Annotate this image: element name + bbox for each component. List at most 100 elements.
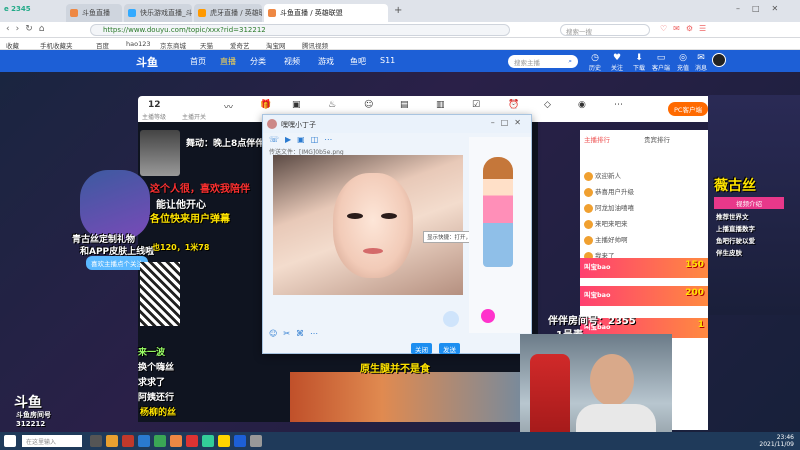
app-icon[interactable] [154, 435, 166, 447]
sign-item[interactable]: 鱼吧行驶以爱 [716, 235, 755, 245]
app-icon[interactable] [170, 435, 182, 447]
qq-toolbar-icons[interactable]: ☏▶▣◫⋯ [269, 135, 338, 144]
start-windows-icon[interactable] [4, 435, 16, 447]
overlay-line-b: 换个嗨丝 [138, 363, 175, 373]
qq-show-panel [469, 137, 531, 333]
browser-tab-3[interactable]: 虎牙直播 / 英雄联盟 [194, 4, 262, 22]
app-icon[interactable] [122, 435, 134, 447]
contact-avatar [267, 119, 277, 129]
nav-category[interactable]: 分类 [250, 56, 266, 67]
qq-close-button[interactable]: 关闭 [411, 343, 432, 354]
chart-icon[interactable]: ▥ [436, 100, 445, 110]
browser-toolbar-icons[interactable]: ♡✉⚙☰ [660, 24, 712, 33]
bookmark-item[interactable]: 淘宝网 [266, 40, 286, 50]
window-controls[interactable]: –□✕ [736, 4, 790, 13]
gift-notification: 叫宝bao 200 [580, 286, 708, 306]
bookmark-item[interactable]: hao123 [126, 40, 151, 48]
history-button[interactable]: ◷ 历史 [584, 53, 606, 72]
nav-game[interactable]: 游戏 [318, 56, 334, 67]
app-icon[interactable] [202, 435, 214, 447]
browser-tab-2[interactable]: 快乐游戏直播_斗鱼直播 [124, 4, 192, 22]
chat-message: 来吧来吧来 [595, 220, 628, 228]
users-icon[interactable]: ☺ [364, 100, 373, 110]
qq-avatar-figure [483, 157, 513, 267]
bookmark-item[interactable]: 天猫 [200, 40, 213, 50]
chest-icon[interactable]: ▣ [292, 100, 301, 110]
download-icon: ⬇ [635, 53, 643, 63]
overlay-line-e: 杨柳的丝 [140, 408, 177, 418]
qq-contact-name: 嘿嘿小丁子 [281, 121, 316, 129]
fire-icon[interactable]: ♨ [328, 100, 336, 110]
app-icon[interactable] [106, 435, 118, 447]
gift-promo-line-3: 也120，1米78 [152, 243, 210, 252]
small-avatar [481, 309, 495, 323]
tv-icon[interactable]: ▤ [400, 100, 409, 110]
nav-s11[interactable]: S11 [380, 56, 395, 65]
qq-input-toolbar[interactable]: ☺✂⌘⋯ [269, 329, 324, 338]
received-photo[interactable] [273, 155, 463, 295]
more-icon[interactable]: ⋯ [614, 100, 623, 110]
browser-tab-4-active[interactable]: 斗鱼直播 / 英雄联盟 [264, 4, 388, 22]
qq-window-controls[interactable]: –□✕ [491, 118, 527, 127]
bookmark-item[interactable]: 京东商城 [160, 40, 186, 50]
pc-client-button[interactable]: PC客户端 [668, 102, 708, 116]
alarm-icon[interactable]: ⏰ [508, 100, 519, 110]
photo-lips [363, 248, 383, 254]
target-icon[interactable]: ◉ [578, 100, 586, 110]
mic-icon[interactable] [443, 311, 459, 327]
overlay-line-d: 阿姨还行 [138, 393, 175, 403]
overlay-text-3: 各位快来用户弹幕 [150, 214, 230, 225]
browser-search-input[interactable]: 搜索一搜 [560, 24, 650, 36]
douyu-watermark-logo: 斗鱼 [14, 395, 42, 411]
app-icon[interactable] [218, 435, 230, 447]
app-icon[interactable] [186, 435, 198, 447]
app-icon[interactable] [234, 435, 246, 447]
checkbox-icon[interactable]: ☑ [472, 100, 480, 110]
browser-tab-strip: e 2345 斗鱼直播 快乐游戏直播_斗鱼直播 虎牙直播 / 英雄联盟 斗鱼直播… [0, 0, 800, 22]
download-button[interactable]: ⬇ 下载 [628, 53, 650, 72]
system-clock[interactable]: 23:46 2021/11/09 [759, 434, 794, 448]
qq-chat-window[interactable]: 嘿嘿小丁子 –□✕ ☏▶▣◫⋯ 传送文件：[IMG]0b5e.png 显示快捷：… [262, 114, 532, 354]
taskbar-search-input[interactable]: 在这里输入 [22, 435, 82, 447]
task-view-icon[interactable] [90, 435, 102, 447]
user-avatar[interactable] [712, 53, 726, 67]
app-icon[interactable] [250, 435, 262, 447]
site-logo[interactable]: 斗鱼 [136, 54, 158, 70]
right-sign-banner: 薇古丝 视频介绍 推荐世界文 上播直播数字 鱼吧行驶以爱 伴生皮肤 [708, 95, 800, 315]
bookmark-item[interactable]: 腾讯视频 [302, 40, 328, 50]
nav-home[interactable]: 首页 [190, 56, 206, 67]
overlay-text-1: 这个人很，喜欢我陪伴 [150, 184, 250, 195]
avatar [584, 171, 593, 181]
client-button[interactable]: ▭ 客户端 [650, 53, 672, 72]
app-icon[interactable] [138, 435, 150, 447]
url-input[interactable]: https://www.douyu.com/topic/xxx?rid=3122… [90, 24, 510, 36]
bookmark-item[interactable]: 手机收藏夹 [40, 40, 73, 50]
sign-item[interactable]: 推荐世界文 [716, 211, 749, 221]
nav-buttons[interactable]: ‹›↻⌂ [6, 24, 50, 34]
nav-live[interactable]: 直播 [220, 56, 236, 67]
chat-tab-anchor-rank[interactable]: 主播排行 [584, 134, 610, 144]
chat-tab-vip-rank[interactable]: 贵宾排行 [644, 134, 670, 144]
bookmark-item[interactable]: 收藏 [6, 40, 19, 50]
site-search-input[interactable]: 搜索主播 ⌕ [508, 55, 578, 68]
nav-fishbar[interactable]: 鱼吧 [350, 56, 366, 67]
sign-item[interactable]: 视频介绍 [714, 197, 784, 209]
heart-icon: ♥ [612, 53, 622, 63]
browser-tab-1[interactable]: 斗鱼直播 [66, 4, 122, 22]
gift-icon[interactable]: 🎁 [260, 100, 271, 110]
qq-title-bar[interactable]: 嘿嘿小丁子 –□✕ [263, 115, 531, 133]
join-button[interactable]: 喜欢主播点个关注 [86, 256, 148, 270]
new-tab-plus-icon[interactable]: + [394, 5, 402, 16]
tab-favicon-icon [70, 9, 78, 17]
sign-item[interactable]: 上播直播数字 [716, 223, 755, 233]
message-button[interactable]: ✉ 消息 [690, 53, 712, 72]
avatar [584, 219, 593, 229]
follow-button[interactable]: ♥ 关注 [606, 53, 628, 72]
nav-video[interactable]: 视频 [284, 56, 300, 67]
bookmark-item[interactable]: 百度 [96, 40, 109, 50]
bookmark-item[interactable]: 爱奇艺 [230, 40, 250, 50]
sign-item[interactable]: 伴生皮肤 [716, 247, 742, 257]
diamond-icon[interactable]: ◇ [544, 100, 551, 110]
qq-send-button[interactable]: 发送 [439, 343, 460, 354]
toolbar-item[interactable]: 主播开关 [182, 112, 206, 121]
